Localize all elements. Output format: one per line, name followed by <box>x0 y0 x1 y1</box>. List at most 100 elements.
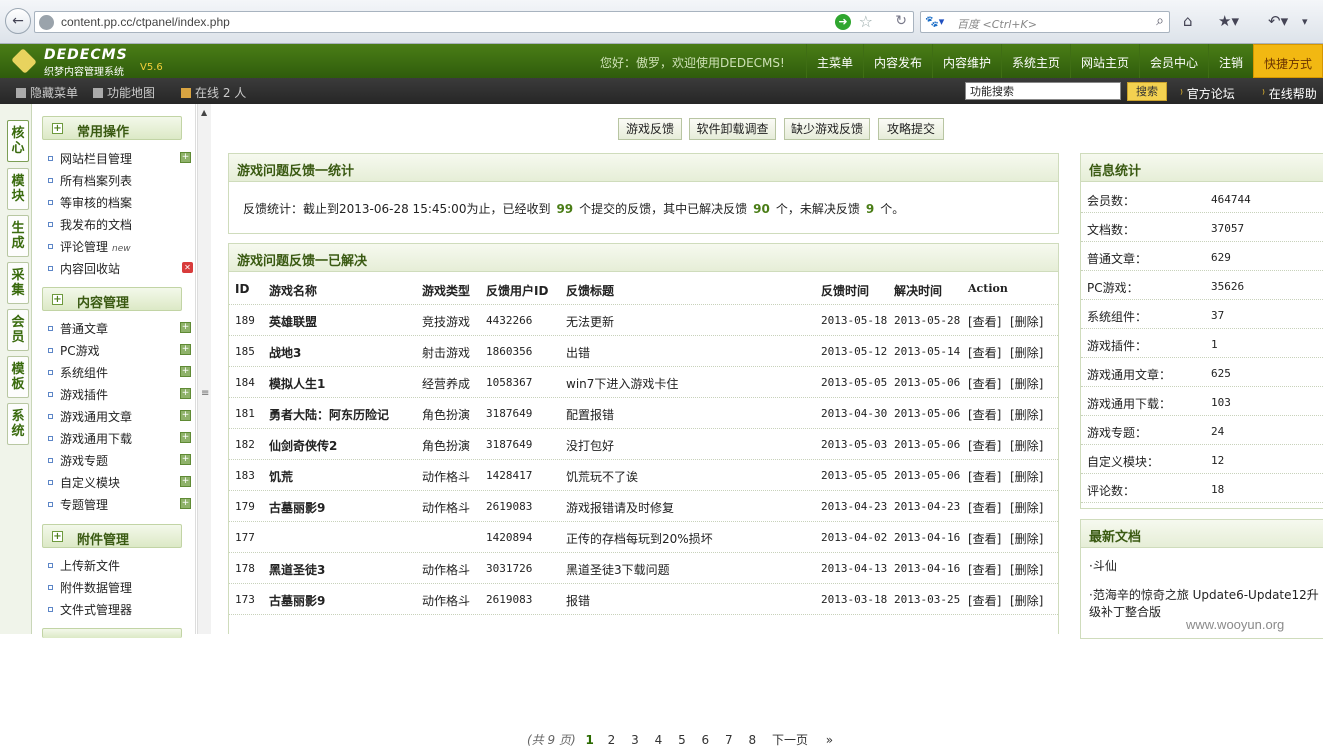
tab-system[interactable]: 系统 <box>7 403 29 445</box>
missing-game-button[interactable]: 缺少游戏反馈 <box>784 118 870 140</box>
official-forum-link[interactable]: ⁾ 官方论坛 <box>1180 85 1235 102</box>
menu-item-custom-modules[interactable]: 自定义模块 <box>48 474 120 491</box>
quick-access-button[interactable]: 快捷方式 <box>1253 44 1323 78</box>
add-icon[interactable]: + <box>180 322 191 333</box>
menu-item-game-articles[interactable]: 游戏通用文章 <box>48 408 132 425</box>
latest-doc-item[interactable]: ·范海辛的惊奇之旅 Update6-Update12升级补丁整合版 <box>1089 587 1321 621</box>
menu-chevron-icon[interactable]: ▾ <box>1302 15 1308 28</box>
delete-link[interactable]: [删除] <box>1010 592 1043 609</box>
view-link[interactable]: [查看] <box>968 592 1001 609</box>
add-icon[interactable]: + <box>180 344 191 355</box>
splitter-grip-icon[interactable]: ≡ <box>201 388 209 399</box>
add-icon[interactable]: + <box>180 432 191 443</box>
nav-system-home[interactable]: 系统主页 <box>1001 44 1070 78</box>
menu-item-upload[interactable]: 上传新文件 <box>48 557 120 574</box>
nav-main-menu[interactable]: 主菜单 <box>806 44 863 78</box>
sidebar-splitter[interactable]: ▲ ≡ <box>197 104 211 634</box>
view-link[interactable]: [查看] <box>968 468 1001 485</box>
delete-link[interactable]: [删除] <box>1010 468 1043 485</box>
tab-core[interactable]: 核心 <box>7 120 29 162</box>
view-link[interactable]: [查看] <box>968 406 1001 423</box>
page-1[interactable]: 1 <box>585 733 593 747</box>
delete-link[interactable]: [删除] <box>1010 344 1043 361</box>
collapse-icon[interactable]: + <box>52 123 63 134</box>
menu-item-all-archives[interactable]: 所有档案列表 <box>48 172 132 189</box>
next-page-link[interactable]: 下一页 <box>772 733 808 747</box>
page-5[interactable]: 5 <box>678 733 686 747</box>
history-icon[interactable]: ↶▾ <box>1268 12 1288 30</box>
delete-link[interactable]: [删除] <box>1010 530 1043 547</box>
tab-collect[interactable]: 采集 <box>7 262 29 304</box>
game-feedback-button[interactable]: 游戏反馈 <box>618 118 682 140</box>
add-icon[interactable]: + <box>180 454 191 465</box>
page-8[interactable]: 8 <box>748 733 756 747</box>
view-link[interactable]: [查看] <box>968 499 1001 516</box>
scroll-up-icon[interactable]: ▲ <box>201 108 207 117</box>
page-6[interactable]: 6 <box>702 733 710 747</box>
magnifier-icon[interactable]: ⌕ <box>1156 13 1164 29</box>
home-icon[interactable]: ⌂ <box>1183 12 1193 30</box>
group-common-ops[interactable]: + 常用操作 <box>42 116 182 140</box>
nav-maintain[interactable]: 内容维护 <box>932 44 1001 78</box>
function-search-button[interactable]: 搜索 <box>1127 82 1167 101</box>
page-2[interactable]: 2 <box>608 733 616 747</box>
clear-icon[interactable]: ✕ <box>182 262 193 273</box>
add-icon[interactable]: + <box>180 410 191 421</box>
menu-item-game-downloads[interactable]: 游戏通用下载 <box>48 430 132 447</box>
add-icon[interactable]: + <box>180 152 191 163</box>
bookmark-star-icon[interactable]: ☆ <box>859 12 873 31</box>
menu-item-pc-games[interactable]: PC游戏 <box>48 342 100 359</box>
delete-link[interactable]: [删除] <box>1010 437 1043 454</box>
group-content-mgmt[interactable]: + 内容管理 <box>42 287 182 311</box>
page-4[interactable]: 4 <box>655 733 663 747</box>
group-attachments[interactable]: + 附件管理 <box>42 524 182 548</box>
site-map-link[interactable]: 功能地图 <box>93 84 155 101</box>
last-page-link[interactable]: » <box>826 733 833 747</box>
menu-item-plugins[interactable]: 游戏插件 <box>48 386 108 403</box>
add-icon[interactable]: + <box>180 366 191 377</box>
menu-item-comments[interactable]: 评论管理 new <box>48 238 131 255</box>
uninstall-survey-button[interactable]: 软件卸载调查 <box>689 118 776 140</box>
page-3[interactable]: 3 <box>631 733 639 747</box>
guide-submit-button[interactable]: 攻略提交 <box>878 118 944 140</box>
menu-item-pending[interactable]: 等审核的档案 <box>48 194 132 211</box>
address-bar[interactable]: content.pp.cc/ctpanel/index.php ➜ ☆ ↻ <box>34 11 914 33</box>
tab-members[interactable]: 会员 <box>7 309 29 351</box>
tab-modules[interactable]: 模块 <box>7 168 29 210</box>
view-link[interactable]: [查看] <box>968 375 1001 392</box>
menu-item-recycle[interactable]: 内容回收站 <box>48 260 120 277</box>
bookmarks-icon[interactable]: ★▾ <box>1218 12 1239 30</box>
view-link[interactable]: [查看] <box>968 561 1001 578</box>
view-link[interactable]: [查看] <box>968 530 1001 547</box>
menu-item-attachment-data[interactable]: 附件数据管理 <box>48 579 132 596</box>
browser-search-box[interactable]: 🐾▾ 百度 <Ctrl+K> ⌕ <box>920 11 1170 33</box>
menu-item-components[interactable]: 系统组件 <box>48 364 108 381</box>
nav-logout[interactable]: 注销 <box>1208 44 1253 78</box>
function-search-input[interactable] <box>965 82 1121 100</box>
nav-site-home[interactable]: 网站主页 <box>1070 44 1139 78</box>
latest-doc-item[interactable]: ·斗仙 <box>1089 558 1321 575</box>
collapse-icon[interactable]: + <box>52 294 63 305</box>
online-help-link[interactable]: ⁾ 在线帮助 <box>1262 85 1317 102</box>
view-link[interactable]: [查看] <box>968 437 1001 454</box>
go-icon[interactable]: ➜ <box>835 14 851 30</box>
back-button[interactable]: ← <box>5 8 31 34</box>
baidu-engine-icon[interactable]: 🐾▾ <box>925 15 947 30</box>
menu-item-game-topics[interactable]: 游戏专题 <box>48 452 108 469</box>
collapse-icon[interactable]: + <box>52 531 63 542</box>
nav-member-center[interactable]: 会员中心 <box>1139 44 1208 78</box>
view-link[interactable]: [查看] <box>968 313 1001 330</box>
menu-item-channel[interactable]: 网站栏目管理 <box>48 150 132 167</box>
add-icon[interactable]: + <box>180 476 191 487</box>
menu-item-file-manager[interactable]: 文件式管理器 <box>48 601 132 618</box>
add-icon[interactable]: + <box>180 388 191 399</box>
reload-icon[interactable]: ↻ <box>895 13 907 29</box>
view-link[interactable]: [查看] <box>968 344 1001 361</box>
tab-generate[interactable]: 生成 <box>7 215 29 257</box>
add-icon[interactable]: + <box>180 498 191 509</box>
delete-link[interactable]: [删除] <box>1010 375 1043 392</box>
menu-item-my-docs[interactable]: 我发布的文档 <box>48 216 132 233</box>
page-7[interactable]: 7 <box>725 733 733 747</box>
delete-link[interactable]: [删除] <box>1010 499 1043 516</box>
delete-link[interactable]: [删除] <box>1010 561 1043 578</box>
